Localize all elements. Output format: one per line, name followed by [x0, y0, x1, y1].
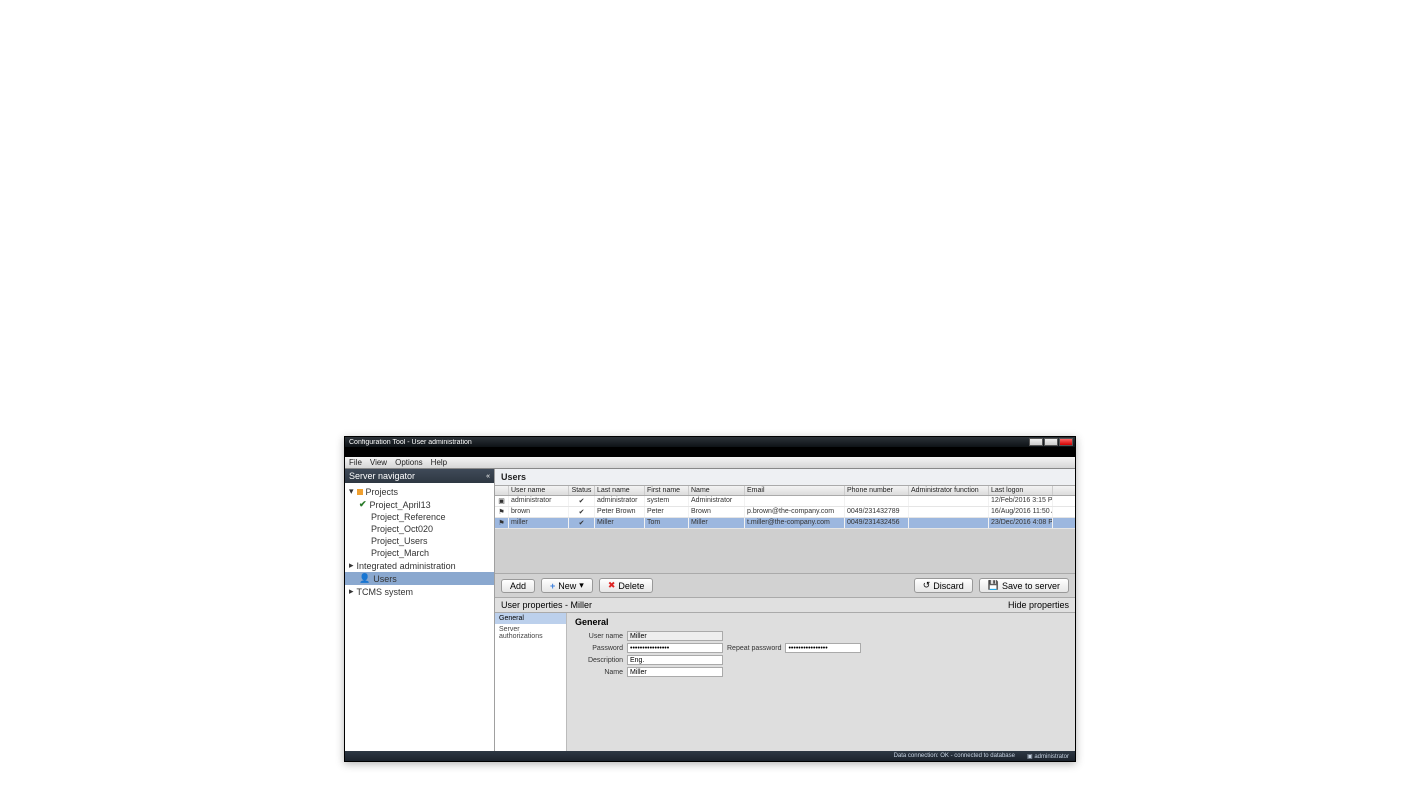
tree-item[interactable]: ✔Project_April13: [345, 498, 494, 511]
col-firstname[interactable]: First name: [645, 486, 689, 495]
grid-header: User name Status Last name First name Na…: [495, 486, 1075, 496]
field-username: User name Miller: [575, 631, 1067, 641]
chevron-down-icon: ▾: [579, 580, 584, 591]
properties-title: User properties - Miller: [501, 600, 592, 610]
properties-body: General User name Miller Password ••••••…: [567, 613, 1075, 751]
grid-empty-area: [495, 529, 1075, 573]
tree-item[interactable]: Project_March: [345, 547, 494, 559]
window-controls: [1029, 438, 1073, 446]
properties-panel: General Server authorizations General Us…: [495, 613, 1075, 751]
sidebar: Server navigator « ▾Projects ✔Project_Ap…: [345, 469, 495, 751]
repeat-password-input[interactable]: ••••••••••••••••: [785, 643, 861, 653]
delete-button[interactable]: ✖Delete: [599, 578, 654, 593]
sidebar-header: Server navigator «: [345, 469, 494, 483]
password-input[interactable]: ••••••••••••••••: [627, 643, 723, 653]
ribbon-bar: [345, 447, 1075, 457]
col-icon[interactable]: [495, 486, 509, 495]
user-icon: 👤: [359, 573, 370, 584]
check-icon: ✔: [359, 499, 367, 510]
col-lastname[interactable]: Last name: [595, 486, 645, 495]
tab-server-auth[interactable]: Server authorizations: [495, 624, 566, 642]
tree-root[interactable]: ▾Projects: [345, 485, 494, 498]
col-admin[interactable]: Administrator function: [909, 486, 989, 495]
menu-options[interactable]: Options: [395, 458, 423, 467]
col-email[interactable]: Email: [745, 486, 845, 495]
properties-bar: User properties - Miller Hide properties: [495, 598, 1075, 613]
undo-icon: ↺: [923, 580, 931, 591]
maximize-button[interactable]: [1044, 438, 1058, 446]
tree-item-users[interactable]: 👤Users: [345, 572, 494, 585]
save-icon: 💾: [988, 580, 999, 591]
tree-item[interactable]: Project_Reference: [345, 511, 494, 523]
col-username[interactable]: User name: [509, 486, 569, 495]
titlebar: Configuration Tool - User administration: [345, 437, 1075, 447]
sidebar-title: Server navigator: [349, 471, 415, 481]
properties-heading: General: [575, 617, 1067, 627]
window-title: Configuration Tool - User administration: [347, 439, 1029, 446]
menubar: File View Options Help: [345, 457, 1075, 469]
collapse-icon[interactable]: «: [486, 473, 490, 480]
col-status[interactable]: Status: [569, 486, 595, 495]
new-button[interactable]: +New▾: [541, 578, 593, 593]
field-description: Description Eng.: [575, 655, 1067, 665]
hide-properties-link[interactable]: Hide properties: [1008, 600, 1069, 610]
name-input[interactable]: Miller: [627, 667, 723, 677]
status-connection: Data connection: OK - connected to datab…: [894, 753, 1015, 759]
tree-group[interactable]: ▸Integrated administration: [345, 559, 494, 572]
tree-item[interactable]: Project_Users: [345, 535, 494, 547]
discard-button[interactable]: ↺Discard: [914, 578, 973, 593]
content: Server navigator « ▾Projects ✔Project_Ap…: [345, 469, 1075, 751]
col-name[interactable]: Name: [689, 486, 745, 495]
menu-view[interactable]: View: [370, 458, 387, 467]
col-phone[interactable]: Phone number: [845, 486, 909, 495]
minimize-button[interactable]: [1029, 438, 1043, 446]
col-lastlogon[interactable]: Last logon: [989, 486, 1053, 495]
properties-tabs: General Server authorizations: [495, 613, 567, 751]
table-row[interactable]: ⚑miller✔MillerTomMillert.miller@the-comp…: [495, 518, 1075, 529]
menu-help[interactable]: Help: [431, 458, 447, 467]
table-row[interactable]: ⚑brown✔Peter BrownPeterBrownp.brown@the-…: [495, 507, 1075, 518]
tree: ▾Projects ✔Project_April13 Project_Refer…: [345, 483, 494, 600]
users-grid: User name Status Last name First name Na…: [495, 486, 1075, 529]
username-value: Miller: [627, 631, 723, 641]
delete-icon: ✖: [608, 580, 616, 591]
close-button[interactable]: [1059, 438, 1073, 446]
description-input[interactable]: Eng.: [627, 655, 723, 665]
statusbar: Data connection: OK - connected to datab…: [345, 751, 1075, 761]
tree-item[interactable]: Project_Oct020: [345, 523, 494, 535]
main-panel: Users User name Status Last name First n…: [495, 469, 1075, 751]
toolbar: Add +New▾ ✖Delete ↺Discard 💾Save to serv…: [495, 573, 1075, 598]
field-password: Password •••••••••••••••• Repeat passwor…: [575, 643, 1067, 653]
add-button[interactable]: Add: [501, 579, 535, 593]
tree-item[interactable]: ▸TCMS system: [345, 585, 494, 598]
field-name: Name Miller: [575, 667, 1067, 677]
plus-icon: +: [550, 581, 555, 591]
app-window: Configuration Tool - User administration…: [344, 436, 1076, 762]
status-user: ▣ administrator: [1027, 753, 1069, 760]
menu-file[interactable]: File: [349, 458, 362, 467]
tab-general[interactable]: General: [495, 613, 566, 624]
section-title: Users: [495, 469, 1075, 486]
table-row[interactable]: ▣administrator✔administratorsystemAdmini…: [495, 496, 1075, 507]
save-button[interactable]: 💾Save to server: [979, 578, 1069, 593]
folder-icon: [357, 489, 363, 495]
